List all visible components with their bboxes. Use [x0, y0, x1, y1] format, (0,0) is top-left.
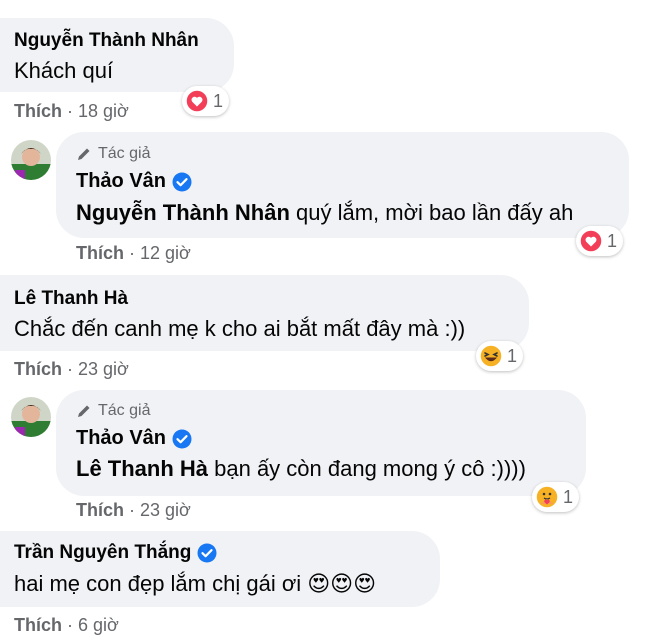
author-badge-label: Tác giả	[98, 145, 151, 162]
comment-time[interactable]: · 18 giờ	[67, 101, 129, 121]
avatar[interactable]	[11, 140, 51, 180]
comment-text: Chắc đến canh mẹ k cho ai bắt mất đây mà…	[14, 316, 466, 341]
comment-text: Khách quí	[14, 58, 114, 83]
reaction-summary[interactable]: 1	[476, 341, 524, 371]
avatar-image	[11, 140, 51, 180]
comment-actions: Thích · 23 giờ	[14, 359, 129, 380]
reaction-count: 1	[213, 90, 224, 111]
like-button[interactable]: Thích	[14, 101, 62, 121]
like-button[interactable]: Thích	[76, 500, 124, 520]
care-icon	[535, 485, 559, 509]
heart-icon	[185, 89, 209, 113]
avatar[interactable]	[11, 397, 51, 437]
comment-time[interactable]: · 23 giờ	[129, 500, 191, 520]
author-badge-label: Tác giả	[98, 402, 151, 419]
author-badge: Tác giả	[76, 402, 150, 420]
author-name[interactable]: Trần Nguyên Thắng	[14, 542, 191, 564]
comment-actions: Thích · 12 giờ	[76, 243, 191, 264]
pencil-icon	[78, 405, 90, 417]
verified-icon	[172, 172, 192, 191]
comment-actions: Thích · 6 giờ	[14, 615, 119, 636]
comment-text: Nguyễn Thành Nhân quý lắm, mời bao lần đ…	[76, 200, 573, 226]
verified-icon	[197, 543, 217, 563]
comment-time[interactable]: · 6 giờ	[67, 615, 119, 635]
comment-body: quý lắm, mời bao lần đấy ah	[289, 200, 574, 225]
pencil-icon	[78, 148, 90, 160]
author-name[interactable]: Thảo Vân	[76, 427, 166, 450]
comment-body: bạn ấy còn đang mong ý cô :))))	[208, 456, 526, 481]
comment-author[interactable]: Nguyễn Thành Nhân	[14, 30, 199, 52]
like-button[interactable]: Thích	[14, 615, 62, 635]
reaction-summary[interactable]: 1	[532, 482, 580, 512]
reaction-count: 1	[563, 486, 574, 507]
reaction-summary[interactable]: 1	[182, 86, 230, 116]
reaction-count: 1	[607, 230, 618, 251]
comment-text: Lê Thanh Hà bạn ấy còn đang mong ý cô :)…	[76, 456, 526, 482]
comment-time[interactable]: · 23 giờ	[67, 359, 129, 379]
comment-actions: Thích · 23 giờ	[76, 500, 191, 521]
avatar-image	[11, 397, 51, 437]
comment-author[interactable]: Thảo Vân	[76, 170, 192, 193]
like-button[interactable]: Thích	[76, 243, 124, 263]
heart-icon	[579, 229, 603, 253]
comment-text: hai mẹ con đẹp lắm chị gái ơi 😍😍😍	[14, 571, 377, 596]
author-badge: Tác giả	[76, 145, 150, 163]
like-button[interactable]: Thích	[14, 359, 62, 379]
reaction-summary[interactable]: 1	[576, 226, 624, 256]
haha-icon	[479, 344, 503, 368]
comment-time[interactable]: · 12 giờ	[129, 243, 191, 263]
author-name[interactable]: Thảo Vân	[76, 170, 166, 193]
reaction-count: 1	[507, 345, 518, 366]
mention-link[interactable]: Lê Thanh Hà	[76, 456, 208, 481]
comment-author[interactable]: Trần Nguyên Thắng	[14, 542, 217, 564]
verified-icon	[172, 429, 192, 448]
comment-author[interactable]: Thảo Vân	[76, 427, 192, 450]
comment-actions: Thích · 18 giờ	[14, 101, 129, 122]
comment-author[interactable]: Lê Thanh Hà	[14, 288, 128, 310]
mention-link[interactable]: Nguyễn Thành Nhân	[76, 200, 290, 225]
